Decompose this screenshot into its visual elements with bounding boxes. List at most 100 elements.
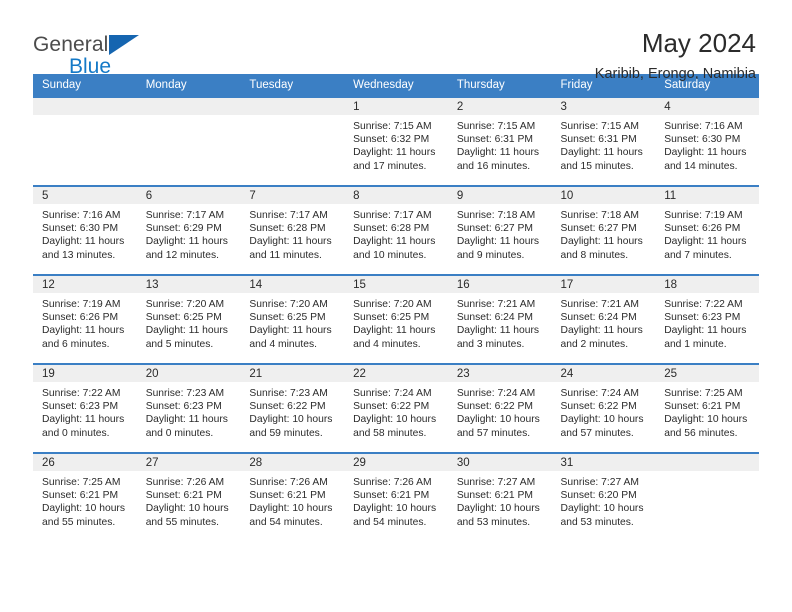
day-number <box>655 454 759 471</box>
calendar-day-cell[interactable]: 14 Sunrise: 7:20 AM Sunset: 6:25 PM Dayligh… <box>240 274 345 364</box>
day-details: Sunrise: 7:21 AM Sunset: 6:24 PM Daylight:… <box>552 293 656 351</box>
sunset-text: Sunset: 6:31 PM <box>456 134 533 146</box>
day-details: Sunrise: 7:20 AM Sunset: 6:25 PM Daylight:… <box>344 293 448 351</box>
sunset-text: Sunset: 6:21 PM <box>145 490 222 502</box>
sunset-text: Sunset: 6:28 PM <box>249 223 326 235</box>
calendar-day-cell[interactable]: 22 Sunrise: 7:24 AM Sunset: 6:22 PM Dayligh… <box>344 363 448 453</box>
calendar-day-cell[interactable]: 19 Sunrise: 7:22 AM Sunset: 6:23 PM Dayligh… <box>33 363 137 453</box>
page-header: General Blue May 2024 Karibib, Erongo, N… <box>0 0 792 82</box>
sunset-text: Sunset: 6:26 PM <box>664 223 741 235</box>
day-number: 8 <box>344 187 448 204</box>
sunrise-text: Sunrise: 7:17 AM <box>353 210 432 221</box>
day-details: Sunrise: 7:25 AM Sunset: 6:21 PM Daylight:… <box>33 471 137 529</box>
calendar-week-row: 19 Sunrise: 7:22 AM Sunset: 6:23 PM Dayligh… <box>33 363 759 453</box>
calendar-day-cell[interactable]: 20 Sunrise: 7:23 AM Sunset: 6:23 PM Dayligh… <box>136 363 241 453</box>
day-number: 25 <box>655 365 759 382</box>
sunrise-text: Sunrise: 7:21 AM <box>560 299 639 310</box>
sunset-text: Sunset: 6:21 PM <box>664 401 741 413</box>
calendar-day-cell[interactable]: 27 Sunrise: 7:26 AM Sunset: 6:21 PM Dayligh… <box>136 452 241 542</box>
calendar-day-cell-empty <box>136 96 241 186</box>
calendar-day-cell[interactable]: 6 Sunrise: 7:17 AM Sunset: 6:29 PM Daylight… <box>136 185 241 275</box>
calendar-day-cell[interactable]: 2 Sunrise: 7:15 AM Sunset: 6:31 PM Daylight… <box>447 96 552 186</box>
calendar-day-cell[interactable]: 23 Sunrise: 7:24 AM Sunset: 6:22 PM Dayligh… <box>447 363 552 453</box>
sunrise-text: Sunrise: 7:22 AM <box>664 299 743 310</box>
calendar-day-cell[interactable]: 3 Sunrise: 7:15 AM Sunset: 6:31 PM Daylight… <box>551 96 656 186</box>
calendar-day-cell[interactable]: 28 Sunrise: 7:26 AM Sunset: 6:21 PM Dayligh… <box>240 452 345 542</box>
brand-logo: General Blue <box>33 28 140 78</box>
daylight-text-line2: and 14 minutes. <box>664 160 738 172</box>
day-details: Sunrise: 7:26 AM Sunset: 6:21 PM Daylight:… <box>240 471 344 529</box>
calendar-day-cell[interactable]: 16 Sunrise: 7:21 AM Sunset: 6:24 PM Dayligh… <box>447 274 552 364</box>
sunset-text: Sunset: 6:21 PM <box>353 490 430 502</box>
brand-logo-top: General <box>33 34 140 55</box>
sunset-text: Sunset: 6:25 PM <box>353 312 430 324</box>
day-number: 12 <box>33 276 137 293</box>
sunrise-text: Sunrise: 7:27 AM <box>456 477 536 488</box>
calendar-day-cell[interactable]: 11 Sunrise: 7:19 AM Sunset: 6:26 PM Dayligh… <box>655 185 759 275</box>
calendar-day-cell[interactable]: 7 Sunrise: 7:17 AM Sunset: 6:28 PM Daylight… <box>240 185 345 275</box>
day-number: 6 <box>136 187 241 204</box>
day-number: 27 <box>136 454 241 471</box>
brand-name-blue: Blue <box>69 55 112 78</box>
calendar-day-cell[interactable]: 12 Sunrise: 7:19 AM Sunset: 6:26 PM Dayligh… <box>33 274 137 364</box>
daylight-text-line1: Daylight: 11 hours <box>664 325 747 337</box>
sunset-text: Sunset: 6:22 PM <box>456 401 533 413</box>
sunrise-text: Sunrise: 7:22 AM <box>42 388 121 399</box>
day-details: Sunrise: 7:24 AM Sunset: 6:22 PM Daylight:… <box>552 382 656 440</box>
calendar-day-cell[interactable]: 8 Sunrise: 7:17 AM Sunset: 6:28 PM Daylight… <box>344 185 448 275</box>
sunset-text: Sunset: 6:24 PM <box>560 312 637 324</box>
weekday-header-monday: Monday <box>136 74 241 97</box>
calendar-day-cell[interactable]: 13 Sunrise: 7:20 AM Sunset: 6:25 PM Dayligh… <box>136 274 241 364</box>
sunrise-text: Sunrise: 7:26 AM <box>249 477 328 488</box>
daylight-text-line1: Daylight: 10 hours <box>145 503 229 515</box>
calendar-day-cell[interactable]: 29 Sunrise: 7:26 AM Sunset: 6:21 PM Dayligh… <box>344 452 448 542</box>
day-details: Sunrise: 7:19 AM Sunset: 6:26 PM Daylight:… <box>655 204 759 262</box>
calendar-day-cell[interactable]: 1 Sunrise: 7:15 AM Sunset: 6:32 PM Daylight… <box>344 96 448 186</box>
day-details: Sunrise: 7:18 AM Sunset: 6:27 PM Daylight:… <box>552 204 656 262</box>
day-number: 20 <box>136 365 241 382</box>
calendar-day-cell[interactable]: 10 Sunrise: 7:18 AM Sunset: 6:27 PM Dayligh… <box>551 185 656 275</box>
page-title: May 2024 <box>641 28 756 58</box>
day-details: Sunrise: 7:20 AM Sunset: 6:25 PM Daylight:… <box>240 293 344 351</box>
calendar-day-cell[interactable]: 26 Sunrise: 7:25 AM Sunset: 6:21 PM Dayligh… <box>33 452 137 542</box>
calendar-body: 1 Sunrise: 7:15 AM Sunset: 6:32 PM Daylight… <box>33 96 759 542</box>
day-details: Sunrise: 7:16 AM Sunset: 6:30 PM Daylight:… <box>33 204 137 262</box>
calendar-day-cell[interactable]: 31 Sunrise: 7:27 AM Sunset: 6:20 PM Dayligh… <box>551 452 656 542</box>
sunset-text: Sunset: 6:22 PM <box>560 401 637 413</box>
weekday-header-tuesday: Tuesday <box>240 74 345 97</box>
daylight-text-line1: Daylight: 11 hours <box>456 147 540 159</box>
sunset-text: Sunset: 6:25 PM <box>145 312 222 324</box>
sunrise-text: Sunrise: 7:16 AM <box>42 210 121 221</box>
daylight-text-line2: and 12 minutes. <box>145 249 219 261</box>
calendar-day-cell[interactable]: 30 Sunrise: 7:27 AM Sunset: 6:21 PM Dayligh… <box>447 452 552 542</box>
daylight-text-line1: Daylight: 11 hours <box>145 325 228 337</box>
calendar-day-cell[interactable]: 17 Sunrise: 7:21 AM Sunset: 6:24 PM Dayligh… <box>551 274 656 364</box>
day-details: Sunrise: 7:25 AM Sunset: 6:21 PM Daylight:… <box>655 382 759 440</box>
calendar-day-cell[interactable]: 15 Sunrise: 7:20 AM Sunset: 6:25 PM Dayligh… <box>344 274 448 364</box>
weekday-header-wednesday: Wednesday <box>344 74 448 97</box>
daylight-text-line2: and 1 minute. <box>664 338 727 350</box>
calendar-day-cell[interactable]: 25 Sunrise: 7:25 AM Sunset: 6:21 PM Dayligh… <box>655 363 759 453</box>
calendar-day-cell[interactable]: 24 Sunrise: 7:24 AM Sunset: 6:22 PM Dayligh… <box>551 363 656 453</box>
calendar-day-cell[interactable]: 21 Sunrise: 7:23 AM Sunset: 6:22 PM Dayligh… <box>240 363 345 453</box>
sunrise-text: Sunrise: 7:24 AM <box>560 388 639 399</box>
daylight-text-line1: Daylight: 10 hours <box>249 503 333 515</box>
sunrise-text: Sunrise: 7:17 AM <box>249 210 328 221</box>
sunset-text: Sunset: 6:31 PM <box>560 134 637 146</box>
calendar-day-cell[interactable]: 4 Sunrise: 7:16 AM Sunset: 6:30 PM Daylight… <box>655 96 759 186</box>
daylight-text-line2: and 6 minutes. <box>42 338 110 350</box>
sunset-text: Sunset: 6:25 PM <box>249 312 326 324</box>
day-details: Sunrise: 7:15 AM Sunset: 6:32 PM Daylight:… <box>344 115 448 173</box>
day-details: Sunrise: 7:24 AM Sunset: 6:22 PM Daylight:… <box>344 382 448 440</box>
daylight-text-line2: and 54 minutes. <box>353 516 427 528</box>
calendar-day-cell[interactable]: 9 Sunrise: 7:18 AM Sunset: 6:27 PM Daylight… <box>447 185 552 275</box>
sunrise-text: Sunrise: 7:19 AM <box>42 299 121 310</box>
sunset-text: Sunset: 6:29 PM <box>145 223 222 235</box>
calendar-day-cell-empty <box>240 96 345 186</box>
day-details: Sunrise: 7:24 AM Sunset: 6:22 PM Daylight:… <box>448 382 552 440</box>
daylight-text-line1: Daylight: 11 hours <box>664 147 747 159</box>
calendar-day-cell[interactable]: 18 Sunrise: 7:22 AM Sunset: 6:23 PM Dayligh… <box>655 274 759 364</box>
day-number <box>33 98 137 115</box>
daylight-text-line1: Daylight: 10 hours <box>456 503 540 515</box>
calendar-day-cell[interactable]: 5 Sunrise: 7:16 AM Sunset: 6:30 PM Daylight… <box>33 185 137 275</box>
